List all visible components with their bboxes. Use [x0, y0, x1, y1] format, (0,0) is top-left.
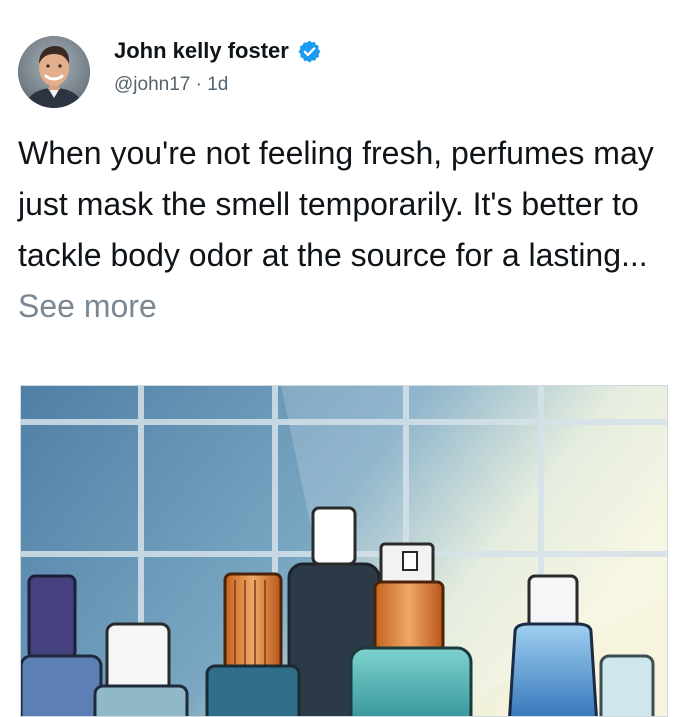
author-handle[interactable]: @john17: [114, 74, 190, 95]
author-name[interactable]: John kelly foster: [114, 38, 289, 64]
author-name-row: John kelly foster: [114, 38, 322, 64]
tweet-meta: @john17 · 1d: [114, 74, 228, 96]
meta-separator: ·: [195, 74, 202, 95]
tweet-timestamp[interactable]: 1d: [207, 74, 228, 95]
tweet-media[interactable]: [20, 385, 668, 717]
perfume-bottles-image: [21, 386, 667, 716]
see-more-link[interactable]: See more: [18, 288, 157, 324]
verified-badge-icon: [297, 39, 322, 64]
tweet-text: When you're not feeling fresh, perfumes …: [18, 128, 682, 332]
tweet-body: When you're not feeling fresh, perfumes …: [18, 135, 654, 273]
avatar[interactable]: [18, 36, 90, 108]
tweet-header: John kelly foster @john17 · 1d: [18, 36, 682, 110]
avatar-image: [18, 36, 90, 108]
